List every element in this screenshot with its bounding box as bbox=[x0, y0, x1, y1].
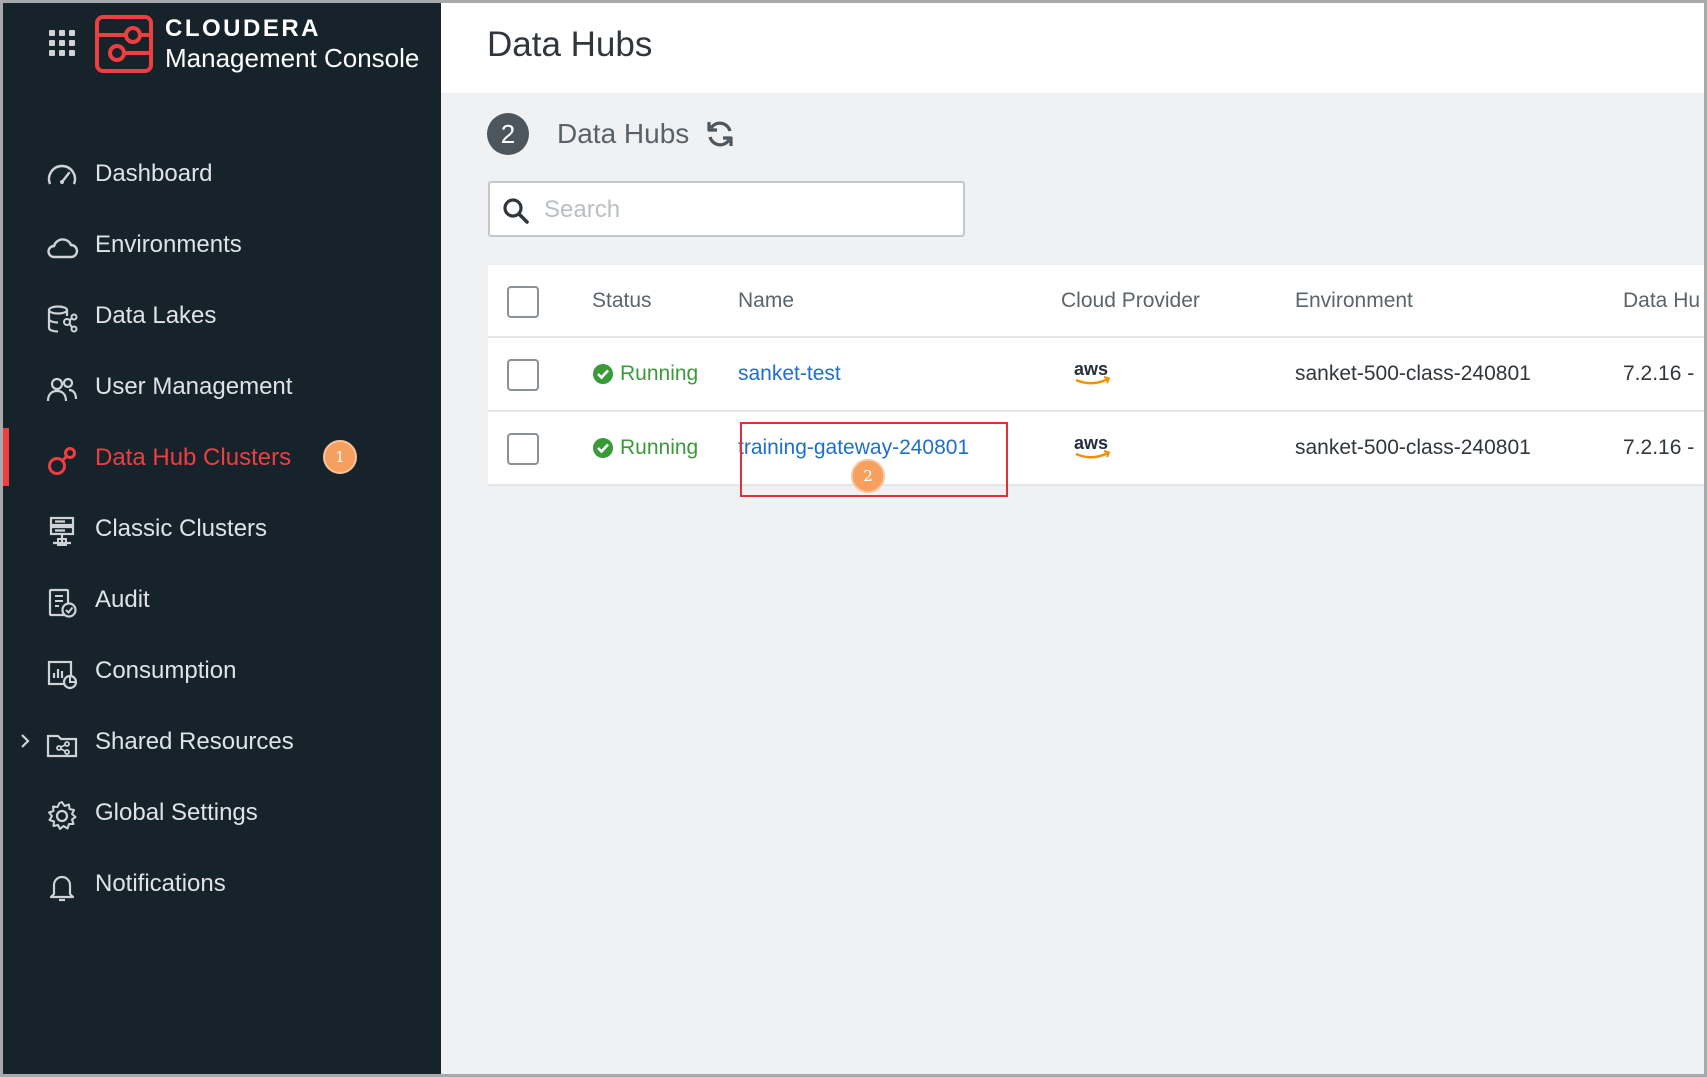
section-title: Data Hubs bbox=[557, 118, 690, 149]
cloudera-logo-icon bbox=[95, 15, 153, 73]
data-hubs-table: Status Name Cloud Provider Environment D… bbox=[488, 265, 1704, 486]
table-row[interactable]: Running sanket-test aws sanket-500-class… bbox=[488, 338, 1704, 412]
aws-logo-text: aws bbox=[1074, 359, 1108, 379]
sidebar-item-label: Global Settings bbox=[95, 798, 258, 826]
aws-logo-text: aws bbox=[1074, 433, 1108, 453]
table-header-row: Status Name Cloud Provider Environment D… bbox=[488, 265, 1704, 338]
main-content: Data Hubs 2 Data Hubs Status Name Cloud … bbox=[441, 3, 1704, 1074]
select-all-checkbox[interactable] bbox=[507, 286, 539, 318]
sidebar: CLOUDERA Management Console Dashboard En… bbox=[3, 3, 441, 1074]
server-stack-icon bbox=[49, 516, 75, 546]
screenshot-frame: CLOUDERA Management Console Dashboard En… bbox=[0, 0, 1707, 1077]
bell-icon bbox=[49, 875, 75, 902]
sidebar-item-label: User Management bbox=[95, 372, 293, 400]
sidebar-item-label: Environments bbox=[95, 230, 242, 258]
check-circle-icon bbox=[593, 438, 613, 458]
brand-name: CLOUDERA bbox=[165, 15, 321, 42]
aws-logo-icon: aws bbox=[1074, 433, 1111, 459]
cloud-provider-cell: aws bbox=[1073, 412, 1113, 484]
brand-subtitle: Management Console bbox=[165, 43, 420, 73]
step-1-marker: 1 bbox=[323, 440, 357, 474]
search-box[interactable] bbox=[488, 181, 965, 237]
sidebar-item-dashboard[interactable]: Dashboard bbox=[3, 138, 441, 209]
row-checkbox[interactable] bbox=[507, 433, 539, 465]
top-bar: Data Hubs bbox=[441, 3, 1704, 93]
sidebar-item-label: Data Hub Clusters bbox=[95, 443, 292, 471]
sidebar-item-shared-resources[interactable]: Shared Resources bbox=[3, 706, 441, 777]
data-lake-icon bbox=[47, 305, 78, 333]
data-hub-icon bbox=[48, 447, 76, 475]
sidebar-item-global-settings[interactable]: Global Settings bbox=[3, 777, 441, 848]
step-2-marker: 2 bbox=[851, 459, 885, 493]
sidebar-item-user-management[interactable]: User Management bbox=[3, 351, 441, 422]
sidebar-item-label: Consumption bbox=[95, 656, 237, 684]
sidebar-item-data-hub-clusters[interactable]: Data Hub Clusters 1 bbox=[3, 422, 441, 493]
sidebar-item-label: Audit bbox=[95, 585, 150, 613]
consumption-chart-icon bbox=[47, 660, 78, 690]
cloud-provider-cell: aws bbox=[1073, 338, 1113, 410]
status-cell: Running bbox=[592, 412, 698, 484]
status-text: Running bbox=[620, 436, 699, 459]
users-icon bbox=[46, 377, 78, 402]
environment-cell: sanket-500-class-240801 bbox=[1295, 362, 1531, 385]
sidebar-item-audit[interactable]: Audit bbox=[3, 564, 441, 635]
sidebar-item-notifications[interactable]: Notifications bbox=[3, 848, 441, 919]
search-input[interactable] bbox=[544, 193, 944, 227]
row-checkbox[interactable] bbox=[507, 359, 539, 391]
cloud-icon bbox=[47, 238, 79, 259]
column-header-cloud-provider[interactable]: Cloud Provider bbox=[1061, 265, 1200, 336]
search-icon bbox=[503, 198, 529, 224]
sidebar-item-label: Data Lakes bbox=[95, 301, 217, 329]
sidebar-item-label: Classic Clusters bbox=[95, 514, 268, 542]
data-hub-count-badge: 2 bbox=[487, 113, 529, 155]
table-row[interactable]: Running training-gateway-240801 aws sank… bbox=[488, 412, 1704, 486]
refresh-icon[interactable] bbox=[705, 119, 735, 149]
sidebar-item-classic-clusters[interactable]: Classic Clusters bbox=[3, 493, 441, 564]
check-circle-icon bbox=[593, 364, 613, 384]
column-header-name[interactable]: Name bbox=[738, 265, 794, 336]
dashboard-gauge-icon bbox=[47, 164, 77, 185]
brand[interactable]: CLOUDERA Management Console bbox=[95, 15, 419, 73]
shared-folder-icon bbox=[46, 734, 78, 758]
column-header-status[interactable]: Status bbox=[592, 265, 652, 336]
sidebar-item-label: Dashboard bbox=[95, 159, 213, 187]
column-header-data-hub-version[interactable]: Data Hu bbox=[1623, 265, 1700, 336]
aws-logo-icon: aws bbox=[1074, 359, 1111, 385]
version-cell: 7.2.16 - bbox=[1623, 362, 1695, 385]
audit-clipboard-icon bbox=[48, 588, 77, 618]
page-title: Data Hubs bbox=[487, 25, 653, 64]
environment-cell: sanket-500-class-240801 bbox=[1295, 436, 1531, 459]
status-cell: Running bbox=[592, 338, 698, 410]
cluster-name-link[interactable]: sanket-test bbox=[738, 338, 841, 410]
sidebar-item-label: Notifications bbox=[95, 869, 226, 897]
app-launcher-icon[interactable] bbox=[49, 30, 77, 58]
gear-icon bbox=[48, 801, 77, 830]
chevron-right-icon[interactable] bbox=[17, 731, 33, 751]
sidebar-item-environments[interactable]: Environments bbox=[3, 209, 441, 280]
sidebar-item-label: Shared Resources bbox=[95, 727, 294, 755]
sidebar-item-data-lakes[interactable]: Data Lakes bbox=[3, 280, 441, 351]
column-header-environment[interactable]: Environment bbox=[1295, 265, 1413, 336]
sidebar-nav: Dashboard Environments Data Lakes User M… bbox=[3, 138, 441, 919]
version-cell: 7.2.16 - bbox=[1623, 436, 1695, 459]
status-text: Running bbox=[620, 362, 699, 385]
sidebar-item-consumption[interactable]: Consumption bbox=[3, 635, 441, 706]
